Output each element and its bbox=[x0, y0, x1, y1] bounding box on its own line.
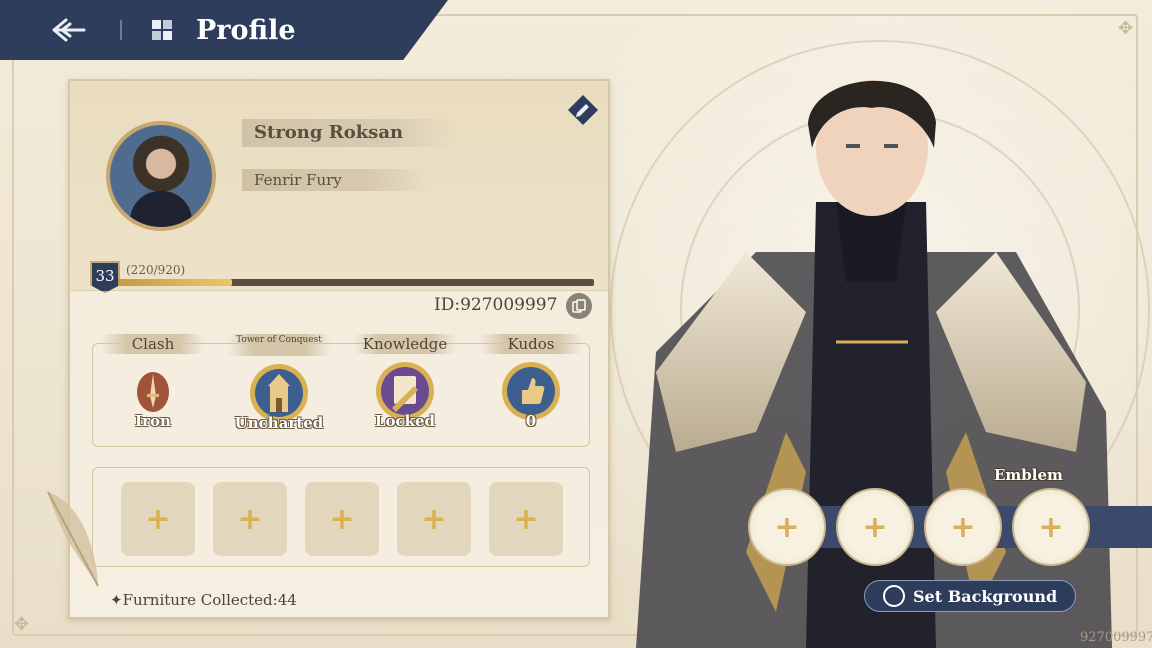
furniture-slot[interactable]: + bbox=[397, 482, 471, 556]
emblem-label: Emblem bbox=[994, 466, 1063, 484]
stat-label: Tower of Conquest bbox=[227, 334, 331, 356]
page-title: Profile bbox=[196, 14, 296, 46]
furniture-slot[interactable]: + bbox=[213, 482, 287, 556]
stat-knowledge[interactable]: Knowledge Locked bbox=[353, 334, 457, 430]
copy-uid-button[interactable] bbox=[566, 293, 592, 319]
emblem-slot[interactable]: + bbox=[748, 488, 826, 566]
plus-icon: + bbox=[774, 509, 800, 545]
furniture-slot[interactable]: + bbox=[121, 482, 195, 556]
furniture-collected: ✦Furniture Collected:44 bbox=[110, 591, 297, 609]
furniture-slot[interactable]: + bbox=[305, 482, 379, 556]
emblem-slot[interactable]: + bbox=[924, 488, 1002, 566]
stat-value: Iron bbox=[135, 412, 171, 430]
furniture-slot[interactable]: + bbox=[489, 482, 563, 556]
corner-ornament-icon: ✥ bbox=[14, 614, 30, 635]
back-button[interactable] bbox=[40, 10, 100, 50]
corner-ornament-icon: ✥ bbox=[1118, 18, 1134, 39]
plus-icon: + bbox=[513, 501, 539, 537]
quill-decoration-icon bbox=[47, 491, 99, 587]
stats-panel: Clash Iron Tower of Conquest Uncharted K… bbox=[92, 334, 590, 447]
plus-icon: + bbox=[145, 501, 171, 537]
copy-icon bbox=[572, 299, 586, 313]
emblem-slot[interactable]: + bbox=[836, 488, 914, 566]
profile-card: Strong Roksan Fenrir Fury 33 (220/920) I… bbox=[68, 79, 610, 619]
header-bar: Profile bbox=[0, 0, 448, 60]
furniture-slots-panel: + + + + + bbox=[92, 467, 590, 567]
stat-value: 0 bbox=[525, 412, 537, 430]
stat-label: Knowledge bbox=[353, 334, 457, 354]
menu-button[interactable] bbox=[142, 10, 182, 50]
plus-icon: + bbox=[862, 509, 888, 545]
stat-label: Clash bbox=[101, 334, 205, 354]
grid-menu-icon bbox=[152, 20, 172, 40]
plus-icon: + bbox=[237, 501, 263, 537]
refresh-icon bbox=[883, 585, 905, 607]
stat-kudos[interactable]: Kudos 0 bbox=[479, 334, 583, 430]
plus-icon: + bbox=[421, 501, 447, 537]
back-arrow-icon bbox=[52, 18, 86, 42]
edit-icon bbox=[568, 95, 598, 125]
exp-bar bbox=[118, 279, 594, 286]
stat-tower-of-conquest[interactable]: Tower of Conquest Uncharted bbox=[227, 334, 331, 432]
plus-icon: + bbox=[329, 501, 355, 537]
corner-uid: 927009997 bbox=[1080, 630, 1152, 645]
plus-icon: + bbox=[1038, 509, 1064, 545]
header-divider bbox=[120, 20, 122, 40]
stat-label: Kudos bbox=[479, 334, 583, 354]
exp-text: (220/920) bbox=[126, 263, 186, 277]
stat-clash[interactable]: Clash Iron bbox=[101, 334, 205, 430]
stat-value: Locked bbox=[374, 412, 436, 430]
set-background-label: Set Background bbox=[913, 586, 1058, 606]
player-title[interactable]: Fenrir Fury bbox=[242, 169, 428, 191]
set-background-button[interactable]: Set Background bbox=[864, 580, 1076, 612]
exp-bar-fill bbox=[118, 279, 232, 286]
avatar[interactable] bbox=[106, 121, 216, 231]
edit-profile-button[interactable] bbox=[566, 93, 600, 127]
player-name: Strong Roksan bbox=[242, 119, 454, 147]
stat-value: Uncharted bbox=[234, 414, 324, 432]
emblem-slot[interactable]: + bbox=[1012, 488, 1090, 566]
avatar-coat bbox=[130, 191, 192, 227]
player-uid: ID:927009997 bbox=[434, 295, 558, 315]
plus-icon: + bbox=[950, 509, 976, 545]
